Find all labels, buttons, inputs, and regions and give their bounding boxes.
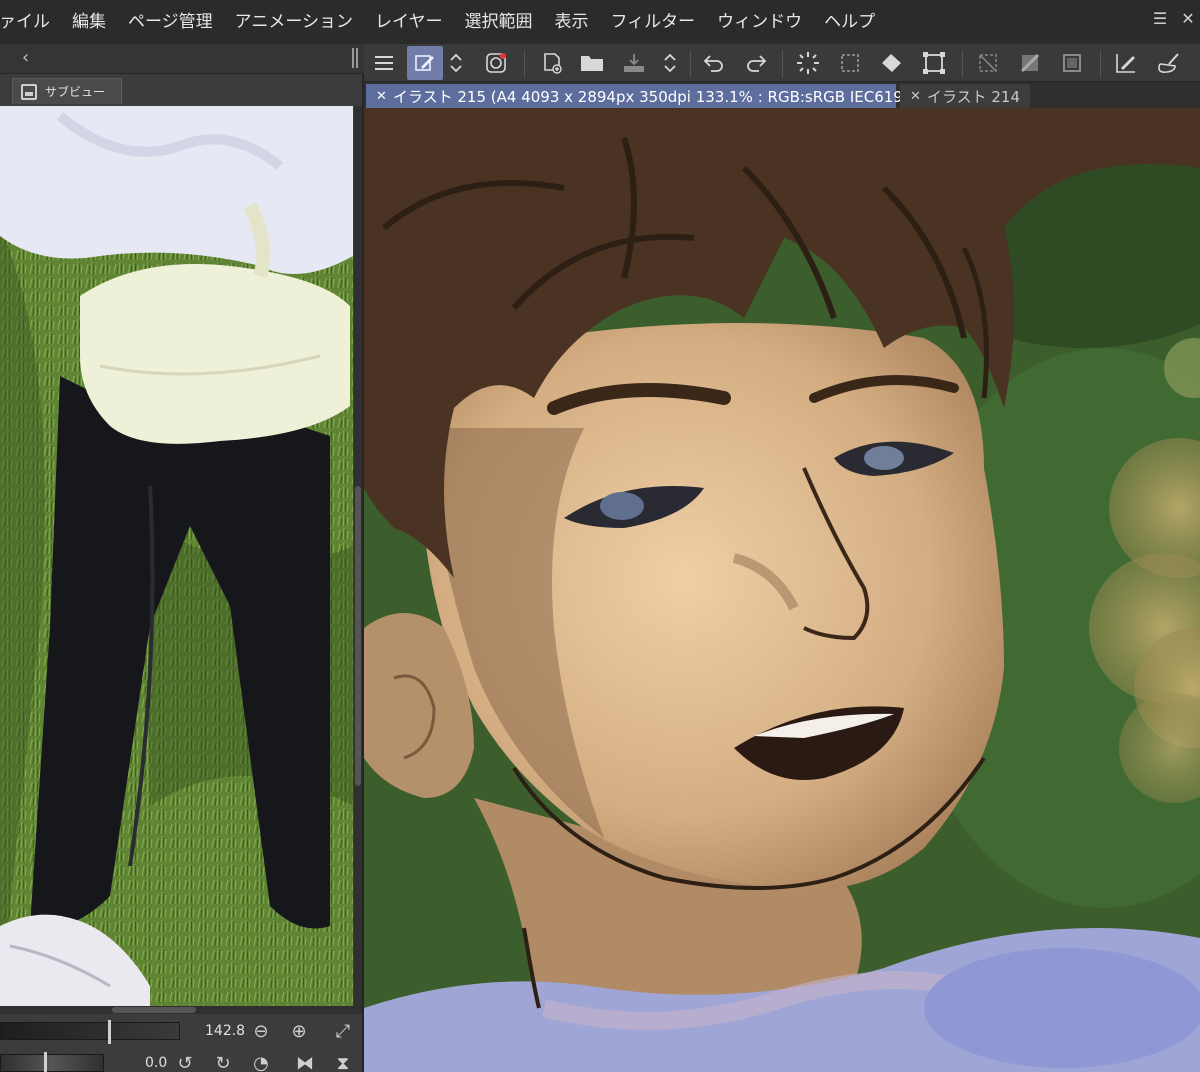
separator [962, 50, 963, 78]
grip-handle-icon[interactable] [352, 48, 358, 68]
pattern-icon[interactable] [1012, 46, 1048, 80]
window-controls: ☰ ✕ [1148, 6, 1200, 30]
reset-rotation-icon[interactable]: ◔ [250, 1052, 272, 1072]
reference-photo [0, 106, 353, 1006]
redo-icon[interactable] [738, 46, 774, 80]
fill-icon[interactable] [874, 46, 910, 80]
up-down-icon[interactable] [658, 46, 682, 80]
view-controls: 142.8 ⊖ ⊕ ⤢ 0.0 ↺ ↻ ◔ ⧓ ⧗ [0, 1018, 362, 1072]
zoom-slider-knob[interactable] [108, 1020, 111, 1044]
reference-photo-image [0, 106, 353, 1006]
document-tab-bar: ✕ イラスト 215 (A4 4093 x 2894px 350dpi 133.… [364, 82, 1200, 108]
subview-panel: ‹ サブビュー 142.8 ⊖ ⊕ ⤢ 0.0 ↺ ↻ ◔ ⧓ ⧗ [0, 44, 364, 1072]
close-icon[interactable]: ✕ [1176, 6, 1200, 30]
tab-illust-214-label: イラスト 214 [926, 87, 1021, 106]
menu-filter[interactable]: フィルター [600, 0, 707, 44]
horizontal-scrollbar[interactable] [0, 1006, 362, 1014]
painting [364, 108, 1200, 1072]
zoom-value: 142.8 [205, 1023, 246, 1039]
vertical-scrollbar[interactable] [354, 106, 362, 1006]
menu-layer[interactable]: レイヤー [364, 0, 454, 44]
chevron-left-icon[interactable]: ‹ [22, 47, 29, 68]
zoom-slider[interactable] [0, 1020, 180, 1044]
tab-subview-label: サブビュー [45, 85, 106, 99]
zoom-in-icon[interactable]: ⊕ [288, 1020, 310, 1042]
zoom-out-icon[interactable]: ⊖ [250, 1020, 272, 1042]
loading-icon[interactable] [790, 46, 826, 80]
separator [1100, 50, 1101, 78]
deselect-icon[interactable] [970, 46, 1006, 80]
tab-illust-215[interactable]: ✕ イラスト 215 (A4 4093 x 2894px 350dpi 133.… [366, 84, 957, 108]
menu-page-management[interactable]: ページ管理 [117, 0, 224, 44]
flip-horizontal-icon[interactable]: ⧓ [294, 1052, 316, 1072]
pen-tool-icon[interactable] [407, 46, 443, 80]
transform-icon[interactable] [916, 46, 952, 80]
fit-view-icon[interactable]: ⤢ [332, 1020, 354, 1042]
separator [690, 50, 691, 78]
menu-animation[interactable]: アニメーション [224, 0, 364, 44]
rotation-slider[interactable] [0, 1052, 104, 1072]
pen-corner-icon[interactable] [1108, 46, 1144, 80]
separator [524, 50, 525, 78]
open-folder-icon[interactable] [574, 46, 610, 80]
command-bar [364, 44, 1200, 82]
drawing-canvas[interactable] [364, 108, 1200, 1072]
rotation-slider-knob[interactable] [44, 1052, 47, 1072]
tab-illust-215-label: イラスト 215 (A4 4093 x 2894px 350dpi 133.1%… [392, 87, 958, 106]
app-window: ァイル 編集 ページ管理 アニメーション レイヤー 選択範囲 表示 フィルター … [0, 0, 1200, 1072]
frame-icon[interactable] [1054, 46, 1090, 80]
panel-header: ‹ [0, 44, 364, 74]
undo-icon[interactable] [696, 46, 732, 80]
menu-icon[interactable] [366, 46, 402, 80]
menu-file[interactable]: ァイル [0, 0, 61, 44]
menu-bar: ァイル 編集 ページ管理 アニメーション レイヤー 選択範囲 表示 フィルター … [0, 0, 1200, 44]
menu-selection[interactable]: 選択範囲 [454, 0, 544, 44]
new-file-icon[interactable] [534, 46, 570, 80]
menu-window[interactable]: ウィンドウ [706, 0, 813, 44]
up-down-icon[interactable] [444, 46, 468, 80]
separator [782, 50, 783, 78]
scroll-thumb[interactable] [355, 486, 361, 786]
menu-edit[interactable]: 編集 [61, 0, 117, 44]
brush-icon[interactable] [1150, 46, 1186, 80]
tab-subview[interactable]: サブビュー [12, 78, 122, 104]
scroll-thumb[interactable] [112, 1007, 196, 1013]
tab-illust-214[interactable]: ✕ イラスト 214 [900, 84, 1030, 108]
menu-help[interactable]: ヘルプ [813, 0, 886, 44]
rotate-left-icon[interactable]: ↺ [174, 1052, 196, 1072]
flip-vertical-icon[interactable]: ⧗ [332, 1052, 354, 1072]
rotate-right-icon[interactable]: ↻ [212, 1052, 234, 1072]
hamburger-icon[interactable]: ☰ [1148, 6, 1172, 30]
menu-view[interactable]: 表示 [544, 0, 600, 44]
select-icon[interactable] [832, 46, 868, 80]
save-icon[interactable] [616, 46, 652, 80]
image-icon [21, 83, 37, 100]
rotation-value: 0.0 [145, 1055, 168, 1071]
spiral-icon[interactable] [478, 46, 514, 80]
close-tab-icon[interactable]: ✕ [910, 89, 921, 104]
close-tab-icon[interactable]: ✕ [376, 89, 387, 104]
